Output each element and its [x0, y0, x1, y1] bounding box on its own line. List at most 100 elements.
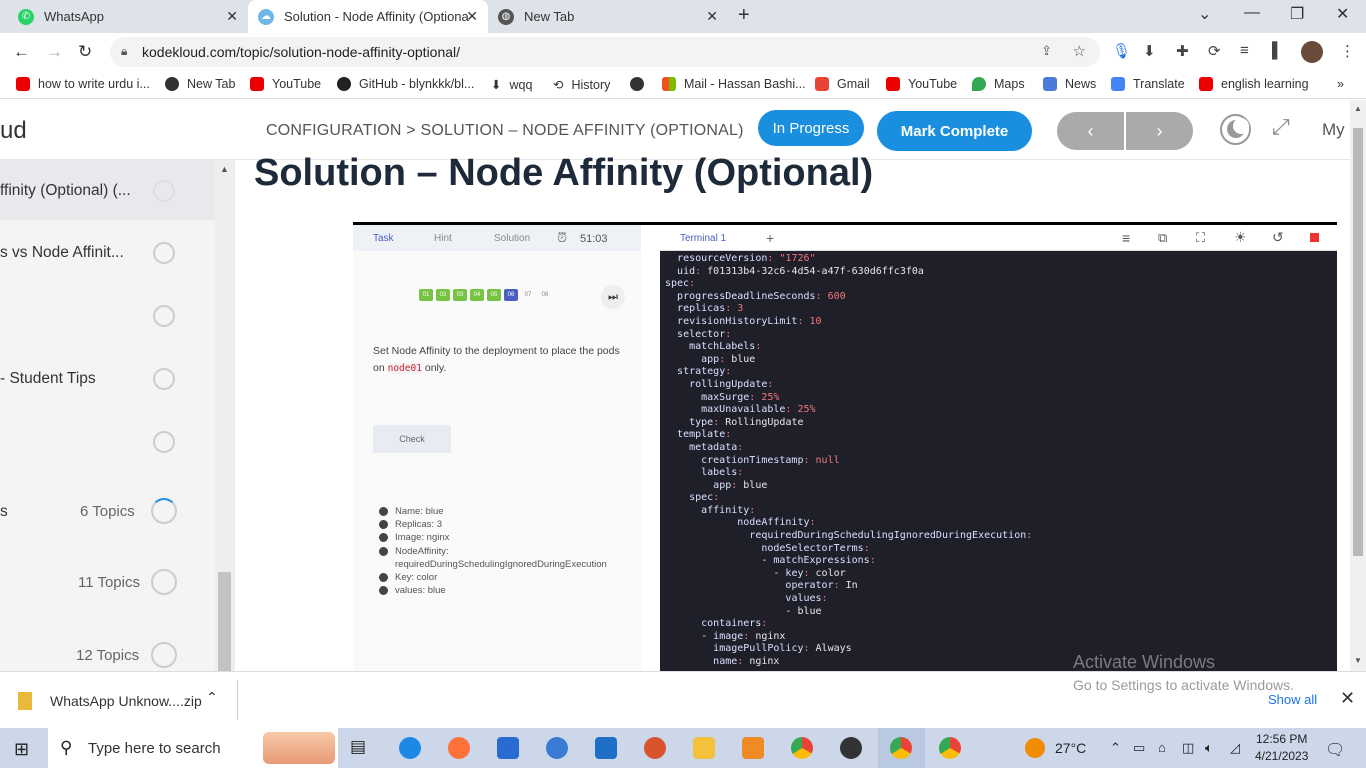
media-icon[interactable]: ≡	[1240, 42, 1249, 59]
scroll-thumb[interactable]	[218, 572, 231, 671]
step-badge[interactable]: 08	[538, 289, 552, 301]
close-window-button[interactable]: ✕	[1336, 4, 1349, 24]
dark-mode-icon[interactable]	[1220, 114, 1251, 145]
puzzle-icon[interactable]: ✚	[1176, 42, 1189, 60]
close-icon[interactable]: ✕	[706, 8, 718, 25]
in-progress-badge[interactable]: In Progress	[758, 110, 864, 146]
tab-whatsapp[interactable]: ✆ WhatsApp ✕	[8, 0, 248, 33]
system-clock[interactable]: 12:56 PM 4/21/2023	[1255, 731, 1308, 765]
volume-icon[interactable]: 🔈︎	[1205, 740, 1213, 756]
bookmark-item[interactable]: YouTube	[886, 77, 957, 91]
new-tab-button[interactable]: +	[738, 4, 750, 27]
download-ext-icon[interactable]: ⬇	[1143, 42, 1156, 60]
taskbar-search[interactable]: ⚲ Type here to search	[48, 728, 338, 768]
scroll-down-icon[interactable]: ▼	[1354, 656, 1362, 665]
previous-lesson-button[interactable]: ‹	[1057, 112, 1124, 150]
bookmark-item[interactable]: english learning	[1199, 77, 1309, 91]
chrome-icon[interactable]	[791, 737, 813, 759]
more-bookmarks-icon[interactable]: »	[1337, 77, 1344, 91]
sidebar-section[interactable]: 11 Topics	[0, 552, 215, 612]
scroll-up-icon[interactable]: ▲	[1354, 104, 1362, 113]
sidebar-item[interactable]	[0, 285, 215, 345]
reload-icon[interactable]: ↻	[78, 42, 92, 62]
forward-arrow-icon[interactable]: →	[46, 42, 63, 62]
check-button[interactable]: Check	[373, 425, 451, 453]
task-view-icon[interactable]: ▤	[350, 737, 372, 759]
stop-icon[interactable]	[1310, 233, 1319, 242]
chrome-icon[interactable]	[890, 737, 912, 759]
avatar[interactable]	[1301, 41, 1323, 63]
sidebar-item[interactable]	[0, 411, 215, 471]
brightness-icon[interactable]: ☀	[1234, 229, 1247, 246]
minimize-button[interactable]: —	[1244, 4, 1260, 22]
close-icon[interactable]: ✕	[226, 8, 238, 25]
tab-kodekloud[interactable]: ☁ Solution - Node Affinity (Optiona ✕	[248, 0, 488, 33]
store-icon[interactable]	[497, 737, 519, 759]
back-arrow-icon[interactable]: ←	[13, 42, 30, 62]
share-icon[interactable]: ⇪	[1041, 43, 1052, 59]
wifi-icon[interactable]: ◿	[1230, 740, 1240, 756]
open-external-icon[interactable]: ⧉	[1158, 230, 1167, 246]
sidebar-item[interactable]: ffinity (Optional) (...	[0, 160, 215, 220]
bookmark-item[interactable]: Mail - Hassan Bashi...	[662, 77, 806, 91]
menu-icon[interactable]: ⋮	[1340, 42, 1355, 60]
bookmark-item[interactable]: News	[1043, 77, 1096, 91]
tab-search-icon[interactable]: ⌄	[1198, 4, 1211, 24]
maximize-button[interactable]: ❐	[1290, 4, 1304, 24]
step-badge[interactable]: 06	[504, 289, 518, 301]
bookmark-star-icon[interactable]: ☆	[1073, 42, 1086, 60]
tab-task[interactable]: Task	[373, 233, 394, 244]
step-badge[interactable]: 03	[453, 289, 467, 301]
show-all-link[interactable]: Show all	[1268, 692, 1317, 707]
scroll-up-icon[interactable]: ▲	[220, 164, 229, 174]
bookmark-item[interactable]: ⟲ History	[553, 77, 610, 93]
battery-icon[interactable]: ▭	[1133, 740, 1145, 756]
bookmark-item[interactable]: GitHub - blynkkk/bl...	[337, 77, 474, 91]
step-badge[interactable]: 05	[487, 289, 501, 301]
download-item[interactable]: WhatsApp Unknow....zip	[18, 692, 202, 710]
mark-complete-button[interactable]: Mark Complete	[877, 111, 1032, 151]
sidebar-item[interactable]: - Student Tips	[0, 348, 215, 408]
menu-icon[interactable]: ≡	[1122, 230, 1130, 246]
tab-solution[interactable]: Solution	[494, 233, 530, 244]
fullscreen-icon[interactable]: ⤢	[1272, 114, 1290, 140]
obs-icon[interactable]	[840, 737, 862, 759]
device-icon[interactable]: ◫	[1182, 740, 1194, 756]
brand-logo-text[interactable]: ud	[0, 117, 27, 145]
step-badge[interactable]: 01	[419, 289, 433, 301]
weather-icon[interactable]	[1025, 738, 1045, 758]
url-field[interactable]: 🔒︎ kodekloud.com/topic/solution-node-aff…	[110, 37, 1100, 67]
microphone-icon[interactable]: 🎙︎	[1112, 42, 1131, 60]
sidebar-item[interactable]: s vs Node Affinit...	[0, 222, 215, 282]
page-scrollbar[interactable]: ▲ ▼	[1350, 100, 1366, 671]
tab-hint[interactable]: Hint	[434, 233, 452, 244]
windows-start-icon[interactable]: ⊞	[14, 739, 29, 760]
network-icon[interactable]: ⌂	[1158, 740, 1166, 755]
sync-icon[interactable]: ⟳	[1208, 42, 1221, 60]
edge-icon[interactable]	[399, 737, 421, 759]
bookmark-item[interactable]: Gmail	[815, 77, 870, 91]
mail-icon[interactable]	[595, 737, 617, 759]
bookmark-item[interactable]: YouTube	[250, 77, 321, 91]
scroll-thumb[interactable]	[1353, 128, 1363, 556]
reset-icon[interactable]: ↺	[1272, 229, 1284, 246]
notification-icon[interactable]: 🗨︎	[1325, 740, 1345, 760]
bookmark-item[interactable]: how to write urdu i...	[16, 77, 150, 91]
my-account-link[interactable]: My	[1322, 120, 1345, 140]
chevron-up-icon[interactable]: ⌃	[1110, 740, 1121, 756]
bookmark-item[interactable]: Translate	[1111, 77, 1185, 91]
app-icon[interactable]	[742, 737, 764, 759]
close-icon[interactable]: ✕	[466, 8, 478, 25]
bookmark-item[interactable]: ⬇ wqq	[491, 77, 532, 93]
sidebar-section[interactable]: s 6 Topics	[0, 481, 215, 541]
terminal-tab[interactable]: Terminal 1	[680, 233, 726, 244]
skype-icon[interactable]	[546, 737, 568, 759]
add-terminal-button[interactable]: +	[766, 230, 774, 246]
file-explorer-icon[interactable]	[693, 737, 715, 759]
terminal-output[interactable]: resourceVersion: "1726" uid: f01313b4-32…	[665, 253, 1325, 671]
lesson-video[interactable]: Task Hint Solution ⏰︎ 51:03 01 02 03 04 …	[353, 222, 1337, 671]
side-panel-icon[interactable]: ▌	[1272, 42, 1283, 59]
step-badge[interactable]: 07	[521, 289, 535, 301]
firefox-icon[interactable]	[448, 737, 470, 759]
sidebar-scrollbar[interactable]: ▲	[215, 160, 235, 671]
